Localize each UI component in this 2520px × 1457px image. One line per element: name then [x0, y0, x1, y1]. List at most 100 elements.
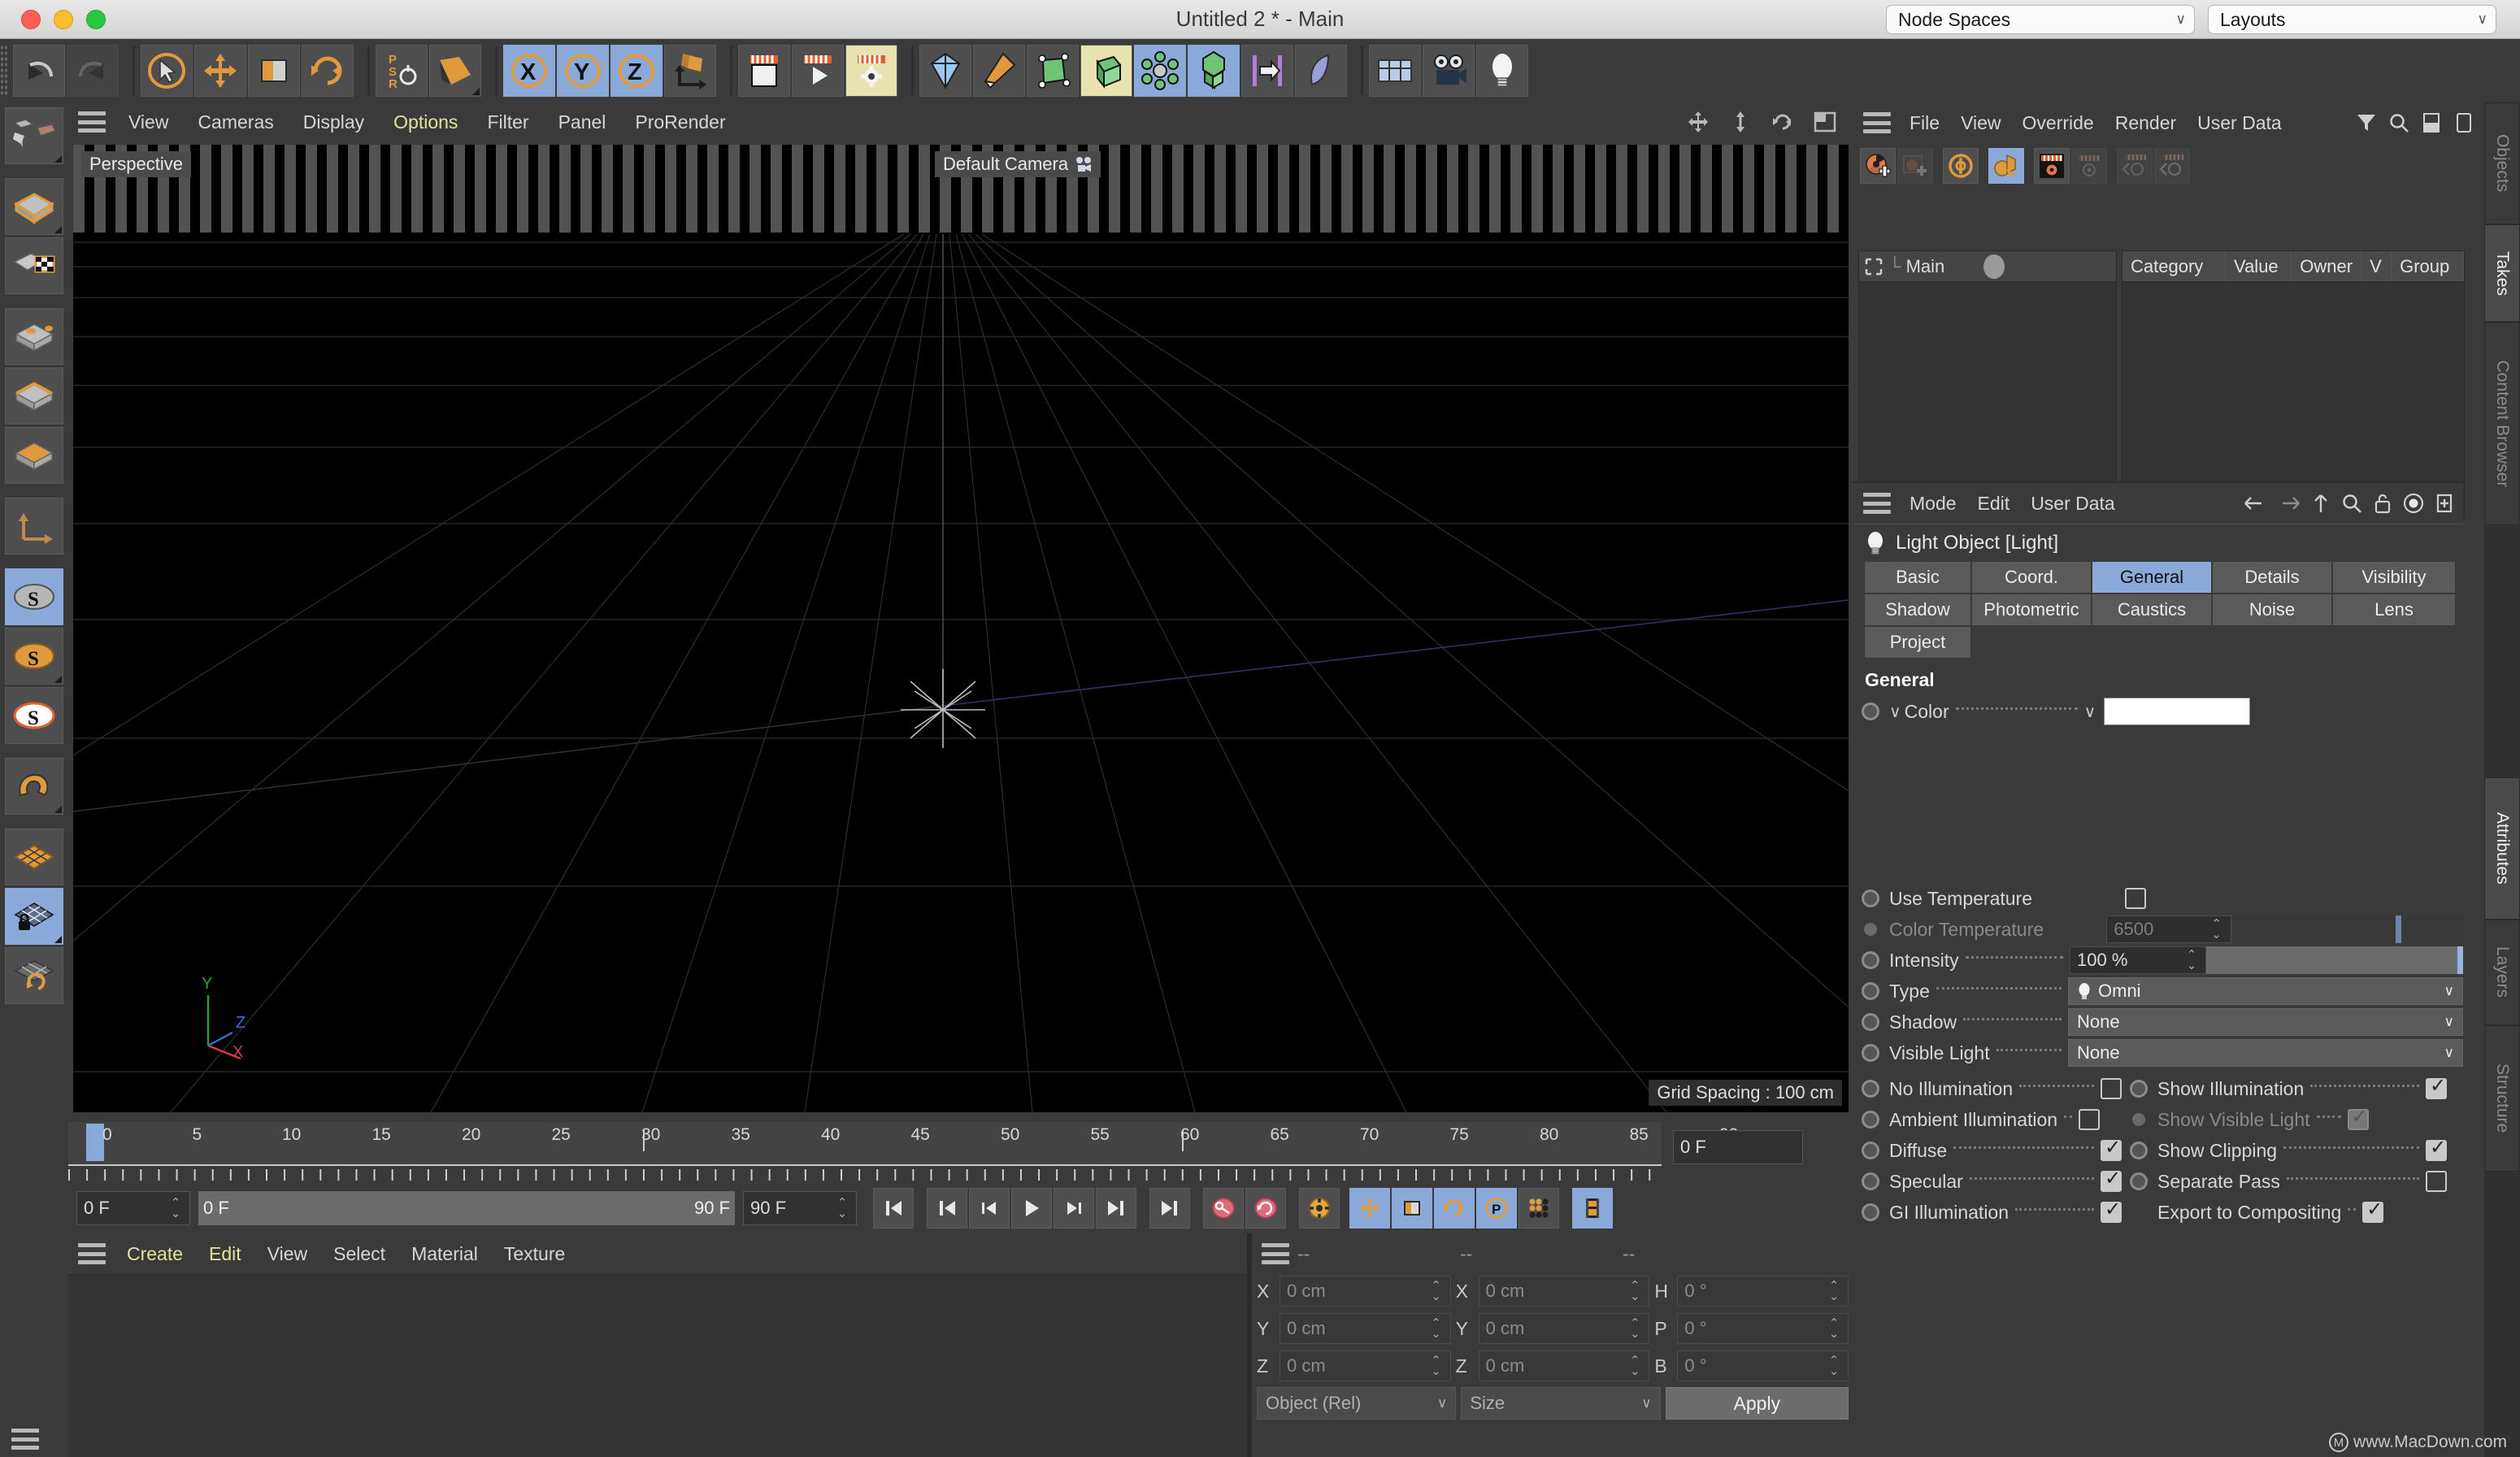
animate-dot-show-clipping[interactable]	[2130, 1142, 2148, 1159]
stepper-icon[interactable]: ⌃ ⌄	[2209, 918, 2224, 942]
search-icon[interactable]	[2341, 493, 2362, 514]
viewport-menu-display[interactable]: Display	[289, 102, 379, 141]
rotate-tool-button[interactable]	[302, 45, 354, 97]
separate-pass-checkbox[interactable]	[2426, 1171, 2447, 1192]
record-state-icon[interactable]	[2403, 493, 2424, 514]
layouts-dropdown[interactable]: Layouts ∨	[2208, 5, 2496, 34]
go-to-start-button[interactable]	[873, 1188, 914, 1229]
column-category[interactable]: Category	[2122, 251, 2227, 281]
rotate-view-icon[interactable]	[1771, 110, 1795, 134]
auto-take-button[interactable]	[1943, 148, 1979, 184]
field-button[interactable]	[1295, 45, 1347, 97]
key-rotation-button[interactable]	[1434, 1188, 1475, 1229]
tab-noise[interactable]: Noise	[2213, 594, 2331, 625]
tab-photometric[interactable]: Photometric	[1972, 594, 2091, 625]
end-frame-field[interactable]: 90 F ⌃ ⌄	[743, 1191, 857, 1225]
stepper-icon[interactable]: ⌃ ⌄	[168, 1197, 183, 1220]
play-button[interactable]	[1011, 1188, 1052, 1229]
animate-dot-gi-illumination[interactable]	[1862, 1203, 1879, 1221]
show-illumination-checkbox[interactable]	[2426, 1074, 2447, 1099]
animate-dot-visible-light[interactable]	[1862, 1044, 1879, 1062]
color-swatch[interactable]	[2104, 698, 2251, 725]
key-position-button[interactable]	[1349, 1188, 1390, 1229]
coord-pos-x-field[interactable]: 0 cm ⌃ ⌄	[1280, 1276, 1451, 1307]
vtab-structure[interactable]: Structure	[2484, 1025, 2520, 1172]
material-menu-material[interactable]: Material	[398, 1243, 491, 1265]
nurbs-button[interactable]	[1027, 45, 1079, 97]
light-button[interactable]	[1476, 45, 1528, 97]
attr-menu-userdata[interactable]: User Data	[2020, 493, 2126, 515]
stepper-icon[interactable]: ⌃ ⌄	[2184, 949, 2199, 972]
om-menu-render[interactable]: Render	[2105, 112, 2187, 134]
take-row-main[interactable]: └ Main	[1859, 251, 2116, 282]
add-child-take-button[interactable]	[1897, 148, 1933, 184]
timeline-filmstrip-button[interactable]	[1572, 1188, 1613, 1229]
workplane-button[interactable]	[429, 45, 481, 97]
texture-mode-icon[interactable]	[5, 237, 63, 294]
animate-dot-separate-pass[interactable]	[2130, 1172, 2148, 1190]
lock-x-axis-button[interactable]: X	[503, 45, 555, 97]
viewport-menu-options[interactable]: Options	[379, 102, 472, 141]
prev-keyframe-button[interactable]	[927, 1188, 967, 1229]
animate-dot-use-temperature[interactable]	[1862, 889, 1879, 907]
material-menu-view[interactable]: View	[254, 1243, 320, 1265]
om-menu-userdata[interactable]: User Data	[2187, 112, 2292, 134]
playhead[interactable]	[86, 1124, 104, 1161]
stepper-icon[interactable]: ⌃ ⌄	[1429, 1280, 1444, 1303]
column-v[interactable]: V	[2361, 251, 2392, 281]
type-dropdown[interactable]: Omni ∨	[2068, 977, 2463, 1005]
primitive-cube-button[interactable]	[919, 45, 971, 97]
align-button[interactable]	[1241, 45, 1293, 97]
redo-button[interactable]	[67, 45, 119, 97]
stepper-icon[interactable]: ⌃ ⌄	[1627, 1280, 1642, 1303]
layout-views-icon[interactable]	[1813, 110, 1837, 134]
polygon-mode-icon[interactable]	[5, 427, 63, 484]
move-tool-button[interactable]	[194, 45, 246, 97]
vtab-layers[interactable]: Layers	[2484, 920, 2520, 1025]
tab-basic[interactable]: Basic	[1865, 562, 1970, 593]
up-level-icon[interactable]	[2312, 493, 2330, 514]
tab-shadow[interactable]: Shadow	[1865, 594, 1970, 625]
tab-project[interactable]: Project	[1865, 627, 1970, 658]
takes-override-table[interactable]: Category Value Owner V Group ‹›	[2122, 250, 2465, 519]
slider-knob[interactable]	[2395, 916, 2401, 943]
axis-mode-icon[interactable]	[5, 498, 63, 555]
vtab-content-browser[interactable]: Content Browser	[2484, 322, 2520, 525]
visible-light-dropdown[interactable]: None ∨	[2068, 1039, 2463, 1067]
takes-tree[interactable]: └ Main ‹›	[1858, 250, 2117, 519]
deformer-button[interactable]	[1134, 45, 1186, 97]
render-settings-button[interactable]	[845, 45, 897, 97]
mograph-cloner-button[interactable]	[1188, 45, 1240, 97]
magnet-tool-icon[interactable]	[5, 758, 63, 815]
viewport-menu-icon[interactable]	[78, 111, 106, 133]
material-menu-edit[interactable]: Edit	[196, 1243, 254, 1265]
render-marked-takes-button[interactable]	[2071, 148, 2107, 184]
tab-details[interactable]: Details	[2213, 562, 2331, 593]
om-menu-override[interactable]: Override	[2012, 112, 2105, 134]
preview-range-bar[interactable]: 0 F 90 F	[198, 1191, 735, 1225]
override-group-button[interactable]	[1988, 148, 2024, 184]
stepper-icon[interactable]: ⌃ ⌄	[1827, 1317, 1841, 1341]
render-take-button[interactable]	[2034, 148, 2070, 184]
intensity-slider[interactable]	[2206, 946, 2463, 974]
filter-icon[interactable]	[2356, 112, 2377, 133]
animate-dot-diffuse[interactable]	[1862, 1142, 1879, 1159]
coord-pos-y-field[interactable]: 0 cm ⌃ ⌄	[1280, 1313, 1451, 1344]
viewport-menu-prorender[interactable]: ProRender	[620, 102, 740, 141]
spline-pen-button[interactable]	[973, 45, 1025, 97]
animate-dot-color[interactable]	[1862, 702, 1879, 720]
viewport-menu-cameras[interactable]: Cameras	[183, 102, 288, 141]
select-tool-button[interactable]	[141, 45, 193, 97]
forward-icon[interactable]	[2278, 494, 2301, 513]
toolbar-grip[interactable]	[0, 45, 8, 97]
scale-tool-button[interactable]	[248, 45, 300, 97]
coordinates-menu-icon[interactable]	[1262, 1243, 1289, 1264]
step-forward-button[interactable]	[1054, 1188, 1094, 1229]
coord-size-x-field[interactable]: 0 cm ⌃ ⌄	[1478, 1276, 1650, 1307]
array-button[interactable]	[1080, 45, 1132, 97]
coord-size-z-field[interactable]: 0 cm ⌃ ⌄	[1478, 1350, 1650, 1381]
render-all-takes-button[interactable]	[2117, 148, 2153, 184]
timeline-ruler[interactable]: 051015202530354045505560657075808590	[68, 1122, 1738, 1164]
point-mode-icon[interactable]	[5, 308, 63, 365]
color-temperature-field[interactable]: 6500 ⌃ ⌄	[2106, 916, 2231, 943]
